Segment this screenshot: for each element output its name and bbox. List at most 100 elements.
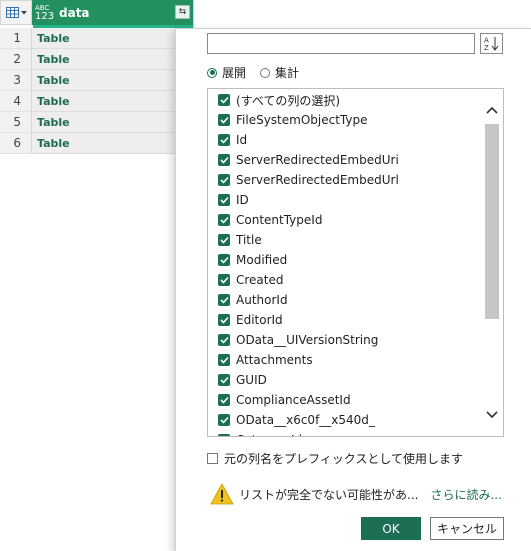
prefix-checkbox[interactable] — [207, 453, 218, 464]
radio-expand[interactable] — [207, 67, 217, 78]
scroll-down-button[interactable] — [485, 408, 499, 422]
check-icon — [219, 416, 229, 424]
expand-column-panel: A Z 展開 集計 (すべての列の選択) FileSystemObjectType… — [175, 28, 531, 551]
checkbox-label: ServerRedirectedEmbedUrl — [236, 173, 399, 187]
expand-icon: ⇆ — [178, 7, 187, 17]
column-checkbox-item[interactable]: Attachments — [218, 350, 313, 370]
checkbox[interactable] — [218, 434, 230, 437]
search-input[interactable] — [207, 33, 475, 54]
check-icon — [219, 376, 229, 384]
checkbox[interactable] — [218, 134, 230, 146]
checkbox-label: OData__UIVersionString — [236, 333, 379, 347]
checkbox-label: Created — [236, 273, 284, 287]
row-number: 2 — [0, 49, 32, 70]
scroll-up-button[interactable] — [485, 103, 499, 117]
column-checkbox-item[interactable]: ContentTypeId — [218, 210, 322, 230]
table-row[interactable]: 5 Table — [0, 112, 193, 133]
checkbox[interactable] — [218, 174, 230, 186]
column-checkbox-item[interactable]: FileSystemObjectType — [218, 110, 367, 130]
checkbox-label: AuthorId — [236, 293, 288, 307]
checkbox[interactable] — [218, 94, 230, 106]
table-cell[interactable]: Table — [32, 70, 193, 91]
table-cell[interactable]: Table — [32, 28, 193, 49]
column-checkbox-item[interactable]: Title — [218, 230, 262, 250]
column-checkbox-item[interactable]: CategoryId — [218, 430, 302, 437]
checkbox[interactable] — [218, 214, 230, 226]
checkbox[interactable] — [218, 274, 230, 286]
column-checkbox-item[interactable]: AuthorId — [218, 290, 288, 310]
check-icon — [219, 136, 229, 144]
checkbox-label: ContentTypeId — [236, 213, 323, 227]
checkbox-label: GUID — [236, 373, 267, 387]
svg-text:Z: Z — [484, 44, 489, 51]
checkbox[interactable] — [218, 414, 230, 426]
checkbox[interactable] — [218, 354, 230, 366]
row-number: 1 — [0, 28, 32, 49]
check-icon — [219, 116, 229, 124]
column-checkbox-item[interactable]: Id — [218, 130, 247, 150]
table-cell[interactable]: Table — [32, 49, 193, 70]
radio-aggregate[interactable] — [260, 67, 271, 78]
table-row[interactable]: 1 Table — [0, 28, 193, 49]
sort-button[interactable]: A Z — [480, 33, 503, 54]
checkbox[interactable] — [218, 154, 230, 166]
sort-az-icon: A Z — [484, 37, 499, 51]
column-checkbox-item[interactable]: ServerRedirectedEmbedUrl — [218, 170, 399, 190]
checkbox[interactable] — [218, 314, 230, 326]
table-cell[interactable]: Table — [32, 91, 193, 112]
column-checkbox-item[interactable]: ServerRedirectedEmbedUri — [218, 150, 399, 170]
check-icon — [220, 436, 229, 437]
prefix-label: 元の列名をプレフィックスとして使用します — [224, 452, 464, 466]
column-checkbox-item[interactable]: OData__UIVersionString — [218, 330, 378, 350]
row-number: 5 — [0, 112, 32, 133]
table-menu-button[interactable] — [0, 0, 32, 25]
table-row[interactable]: 3 Table — [0, 70, 193, 91]
column-checkbox-item[interactable]: OData__x6c0f__x540d_ — [218, 410, 375, 430]
column-checkbox-item[interactable]: (すべての列の選択) — [218, 90, 340, 110]
column-type-badge[interactable]: ABC 123 — [35, 4, 55, 22]
column-checkbox-item[interactable]: ComplianceAssetId — [218, 390, 351, 410]
table-cell[interactable]: Table — [32, 112, 193, 133]
checkbox[interactable] — [218, 194, 230, 206]
checkbox-label: ComplianceAssetId — [236, 393, 351, 407]
table-row[interactable]: 6 Table — [0, 133, 193, 154]
expand-column-button[interactable]: ⇆ — [175, 5, 190, 19]
check-icon — [219, 356, 229, 364]
checkbox-label: CategoryId — [236, 433, 302, 436]
column-header-data[interactable]: ABC 123 data ⇆ — [32, 0, 193, 25]
check-icon — [219, 176, 229, 184]
check-icon — [219, 196, 229, 204]
ok-button[interactable]: OK — [361, 517, 421, 540]
table-row[interactable]: 4 Table — [0, 91, 193, 112]
column-checklist[interactable]: (すべての列の選択) FileSystemObjectType Id ServerRe… — [207, 88, 504, 437]
checkbox[interactable] — [218, 254, 230, 266]
check-icon — [219, 256, 229, 264]
checkbox[interactable] — [218, 294, 230, 306]
check-icon — [219, 156, 229, 164]
prefix-option[interactable]: 元の列名をプレフィックスとして使用します — [207, 450, 463, 467]
radio-aggregate-label[interactable]: 集計 — [275, 64, 299, 81]
scrollbar-thumb[interactable] — [485, 124, 499, 319]
checkbox-label: EditorId — [236, 313, 283, 327]
checkbox[interactable] — [218, 234, 230, 246]
radio-expand-label[interactable]: 展開 — [222, 64, 246, 81]
table-row[interactable]: 2 Table — [0, 49, 193, 70]
chevron-down-icon — [20, 10, 27, 14]
check-icon — [219, 236, 229, 244]
checkbox[interactable] — [218, 394, 230, 406]
checkbox[interactable] — [218, 114, 230, 126]
column-checkbox-item[interactable]: Created — [218, 270, 284, 290]
check-icon — [219, 96, 229, 104]
column-checkbox-item[interactable]: EditorId — [218, 310, 283, 330]
warning-row: リストが完全でない可能性があ... さらに読み... — [210, 483, 502, 505]
load-more-link[interactable]: さらに読み... — [430, 486, 501, 503]
checkbox[interactable] — [218, 374, 230, 386]
cancel-button[interactable]: キャンセル — [430, 517, 504, 540]
column-checkbox-item[interactable]: Modified — [218, 250, 287, 270]
column-checkbox-item[interactable]: ID — [218, 190, 249, 210]
checkbox[interactable] — [218, 334, 230, 346]
table-cell[interactable]: Table — [32, 133, 193, 154]
column-checkbox-item[interactable]: GUID — [218, 370, 267, 390]
checkbox-label: FileSystemObjectType — [236, 113, 368, 127]
check-icon — [219, 316, 229, 324]
